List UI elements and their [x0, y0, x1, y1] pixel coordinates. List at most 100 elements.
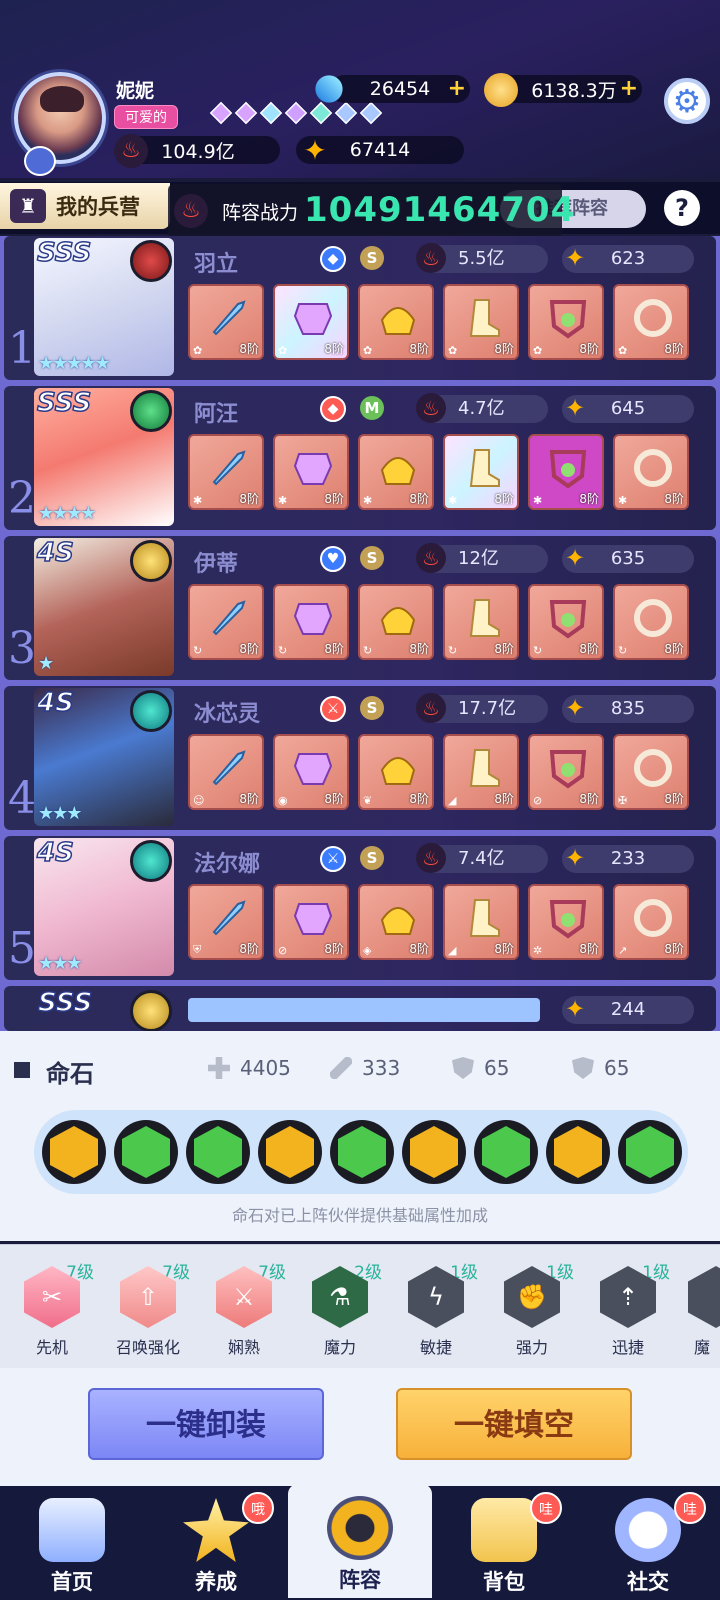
slot-mark-icon: ↻: [363, 644, 373, 657]
player-avatar[interactable]: [14, 72, 106, 176]
unequip-all-button[interactable]: 一键卸装: [88, 1388, 324, 1460]
nav-lineup[interactable]: 阵容: [288, 1484, 432, 1598]
hero-row[interactable]: 1 SSS ★★★★★ 羽立 ◆ S ♨ 5.5亿 ✦ 623 ✿ 8阶 ✿ 8阶 ✿ 8…: [4, 236, 716, 380]
hero-portrait[interactable]: 4S ★★★: [34, 688, 174, 826]
ring-slot[interactable]: ↗ 8阶: [613, 884, 689, 960]
hero-level: ✦ 233: [562, 844, 694, 873]
boots-icon: [469, 599, 500, 637]
stone-slot[interactable]: [546, 1120, 610, 1184]
fire-icon: ♨: [416, 393, 446, 423]
skill-first-strike[interactable]: 7级 ✂ 先机: [12, 1262, 94, 1362]
stone-slot[interactable]: [114, 1120, 178, 1184]
weapon-slot[interactable]: ↻ 8阶: [188, 584, 264, 660]
stone-slot[interactable]: [186, 1120, 250, 1184]
ring-slot[interactable]: ✱ 8阶: [613, 434, 689, 510]
weapon-slot[interactable]: ☺ 8阶: [188, 734, 264, 810]
stone-slot[interactable]: [258, 1120, 322, 1184]
attack-value: 333: [362, 1056, 401, 1080]
skill-strength[interactable]: 1级 ✊ 强力: [492, 1262, 574, 1362]
helmet-slot[interactable]: ↻ 8阶: [358, 584, 434, 660]
stone-slot[interactable]: [330, 1120, 394, 1184]
add-diamond-button[interactable]: +: [448, 78, 466, 100]
stone-slot[interactable]: [42, 1120, 106, 1184]
boots-slot[interactable]: ✿ 8阶: [443, 284, 519, 360]
ring-slot[interactable]: ✠ 8阶: [613, 734, 689, 810]
skill-agility[interactable]: 1级 ϟ 敏捷: [396, 1262, 478, 1362]
boots-slot[interactable]: ↻ 8阶: [443, 584, 519, 660]
my-camp-tab[interactable]: ♜ 我的兵营: [0, 183, 170, 229]
star-icon: ✦: [303, 134, 327, 167]
ring-slot[interactable]: ✿ 8阶: [613, 284, 689, 360]
hero-level: ✦ 645: [562, 394, 694, 423]
hero-row[interactable]: 3 4S ★ 伊蒂 ♥ S ♨ 12亿 ✦ 635 ↻ 8阶 ↻ 8阶 ↻ 8阶 ↻ 8阶 …: [4, 536, 716, 680]
equip-stage: 8阶: [579, 342, 599, 356]
helmet-slot[interactable]: ◈ 8阶: [358, 884, 434, 960]
skill-magic-power[interactable]: 2级 ⚗ 魔力: [300, 1262, 382, 1362]
helmet-slot[interactable]: ❦ 8阶: [358, 734, 434, 810]
hero-row-partial[interactable]: SSS ✦ 244: [4, 986, 716, 1032]
auto-fill-button[interactable]: 一键填空: [396, 1388, 632, 1460]
slot-mark-icon: ↻: [448, 644, 458, 657]
team-power-fire-icon: ♨: [174, 194, 208, 228]
stone-slot[interactable]: [474, 1120, 538, 1184]
ring-slot[interactable]: ↻ 8阶: [613, 584, 689, 660]
helmet-slot[interactable]: ✿ 8阶: [358, 284, 434, 360]
armor-slot[interactable]: ◉ 8阶: [273, 734, 349, 810]
skill-swiftness[interactable]: 1级 ⇡ 迅捷: [588, 1262, 670, 1362]
hero-portrait[interactable]: 4S ★: [34, 538, 174, 676]
weapon-slot[interactable]: ✱ 8阶: [188, 434, 264, 510]
armor-slot[interactable]: ↻ 8阶: [273, 584, 349, 660]
amulet-slot[interactable]: ✱ 8阶: [528, 434, 604, 510]
star-icon: ✦: [564, 544, 586, 572]
slot-mark-icon: ✠: [618, 794, 628, 807]
nav-label: 背包: [483, 1569, 525, 1594]
amulet-slot[interactable]: ⊘ 8阶: [528, 734, 604, 810]
amulet-slot[interactable]: ↻ 8阶: [528, 584, 604, 660]
skill-summon-boost[interactable]: 7级 ⇧ 召唤强化: [108, 1262, 190, 1362]
weapon-slot[interactable]: ✿ 8阶: [188, 284, 264, 360]
stone-slot[interactable]: [618, 1120, 682, 1184]
hero-row[interactable]: 4 4S ★★★ 冰芯灵 ⚔ S ♨ 17.7亿 ✦ 835 ☺ 8阶 ◉ 8阶 ❦ 8阶…: [4, 686, 716, 830]
class-sword-icon: ⚔: [320, 846, 346, 872]
fate-stone-title: 命石: [46, 1060, 94, 1088]
nav-home[interactable]: 首页: [0, 1486, 144, 1600]
hero-stars: ★★★★★: [38, 353, 111, 374]
hero-portrait[interactable]: SSS ★★★★: [34, 388, 174, 526]
hero-portrait[interactable]: SSS ★★★★★: [34, 238, 174, 376]
hero-row[interactable]: 2 SSS ★★★★ 阿汪 ◆ M ♨ 4.7亿 ✦ 645 ✱ 8阶 ✱ 8阶 ✱ 8阶…: [4, 386, 716, 530]
hero-row[interactable]: 5 4S ★★★ 法尔娜 ⚔ S ♨ 7.4亿 ✦ 233 ⛨ 8阶 ⊘ 8阶 ◈ 8阶 …: [4, 836, 716, 980]
help-icon[interactable]: ?: [664, 190, 700, 226]
armor-slot[interactable]: ✱ 8阶: [273, 434, 349, 510]
boots-slot[interactable]: ◢ 8阶: [443, 884, 519, 960]
magic-defense-stat: 65: [572, 1056, 629, 1080]
equip-stage: 8阶: [494, 342, 514, 356]
add-gold-button[interactable]: +: [620, 78, 638, 100]
armor-slot[interactable]: ⊘ 8阶: [273, 884, 349, 960]
boots-icon: [469, 899, 500, 937]
notification-badge: 哇: [530, 1492, 562, 1524]
hero-portrait[interactable]: 4S ★★★: [34, 838, 174, 976]
hero-grade: S: [360, 696, 384, 720]
armor-slot[interactable]: ✿ 8阶: [273, 284, 349, 360]
nav-backpack[interactable]: 背包 哇: [432, 1486, 576, 1600]
skill-partial[interactable]: 魔: [684, 1262, 720, 1362]
weapon-slot[interactable]: ⛨ 8阶: [188, 884, 264, 960]
sword-stone-icon: [554, 1126, 602, 1178]
slot-mark-icon: ◈: [363, 944, 372, 957]
amulet-icon: [549, 900, 587, 939]
skill-name: 先机: [35, 1338, 68, 1357]
boots-slot[interactable]: ✱ 8阶: [443, 434, 519, 510]
skill-proficiency[interactable]: 7级 ⚔ 娴熟: [204, 1262, 286, 1362]
hero-name: 法尔娜: [194, 852, 261, 877]
helmet-slot[interactable]: ✱ 8阶: [358, 434, 434, 510]
boots-slot[interactable]: ◢ 8阶: [443, 734, 519, 810]
equip-stage: 8阶: [579, 642, 599, 656]
hero-lineup-list[interactable]: 1 SSS ★★★★★ 羽立 ◆ S ♨ 5.5亿 ✦ 623 ✿ 8阶 ✿ 8阶 ✿ 8…: [0, 236, 720, 1032]
nav-social[interactable]: 社交 哇: [576, 1486, 720, 1600]
amulet-slot[interactable]: ✿ 8阶: [528, 284, 604, 360]
amulet-slot[interactable]: ✲ 8阶: [528, 884, 604, 960]
nav-develop[interactable]: 养成 哦: [144, 1486, 288, 1600]
slot-mark-icon: ❦: [363, 794, 373, 807]
stone-slot[interactable]: [402, 1120, 466, 1184]
settings-gear-icon[interactable]: ⚙: [664, 78, 710, 124]
